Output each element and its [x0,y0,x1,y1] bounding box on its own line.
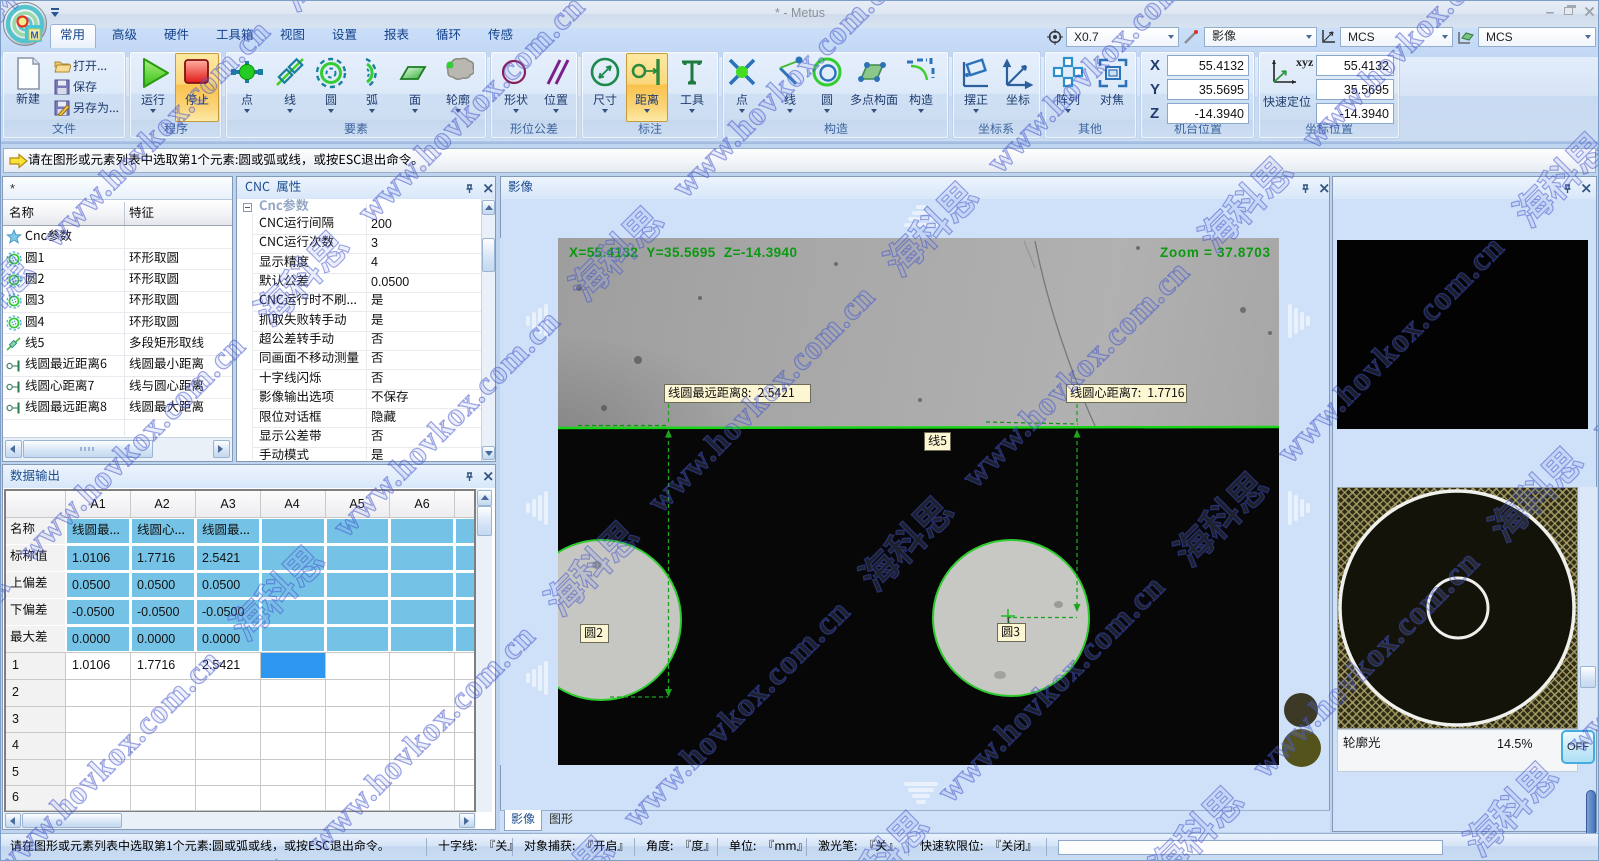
svg-text:M: M [30,31,38,42]
